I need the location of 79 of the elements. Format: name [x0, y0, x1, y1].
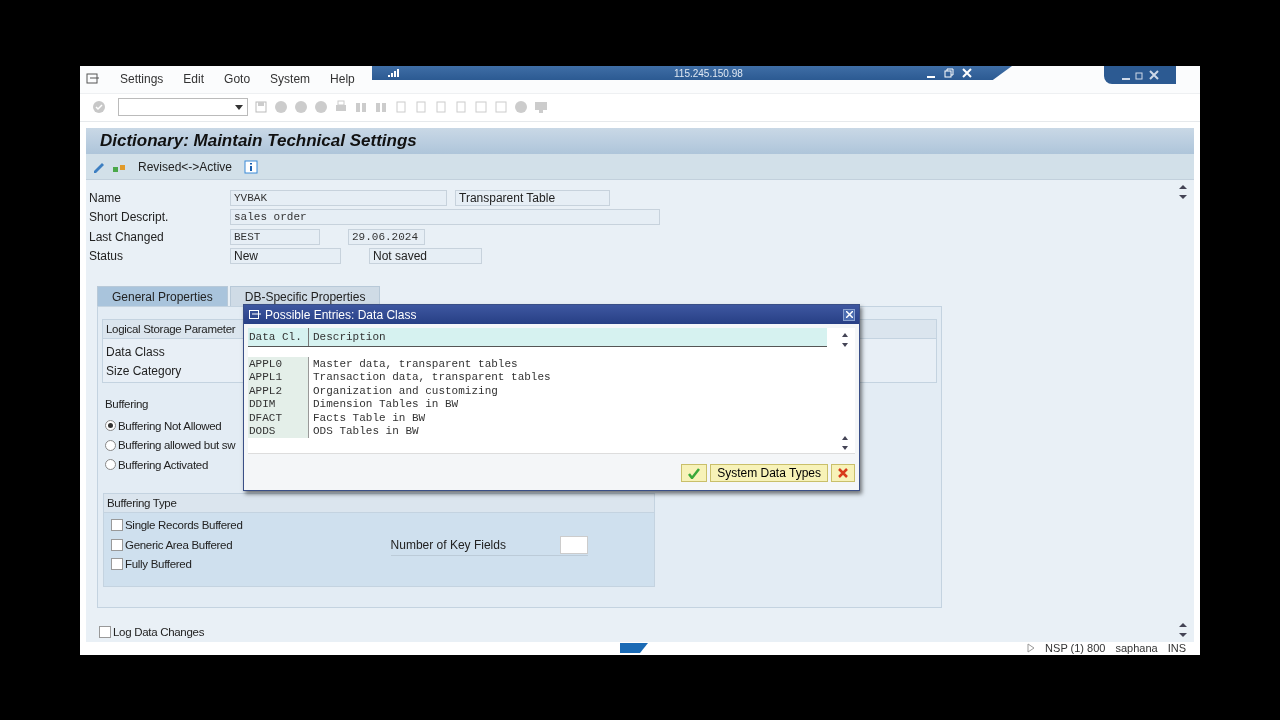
tab[interactable]: General Properties: [97, 286, 228, 307]
table-cell[interactable]: Organization and customizing: [309, 384, 498, 397]
close-button[interactable]: [843, 308, 855, 321]
play-icon[interactable]: [1027, 643, 1036, 654]
menu-item[interactable]: System: [270, 72, 311, 87]
checkbox[interactable]: [111, 538, 123, 551]
cancel-button[interactable]: [831, 464, 855, 483]
screen-title: Dictionary: Maintain Technical Settings: [100, 130, 417, 151]
signal-icon: [388, 68, 400, 78]
checkbox-label: Generic Area Buffered: [125, 538, 233, 551]
dialog-title: Possible Entries: Data Class: [265, 307, 417, 322]
field-label: Data Class: [106, 344, 165, 359]
group-title: Buffering: [105, 398, 149, 411]
table-cell[interactable]: ODS Tables in BW: [309, 425, 419, 438]
menu-icon[interactable]: [86, 72, 100, 87]
menu-item[interactable]: Help: [330, 72, 355, 87]
column-header[interactable]: Data Cl.: [248, 328, 309, 347]
field-value: sales order: [230, 209, 660, 226]
field-label: Last Changed: [89, 229, 165, 244]
restore-icon[interactable]: [944, 68, 954, 78]
group-title: Logical Storage Parameter: [106, 323, 236, 336]
revised-active-button[interactable]: Revised<->Active: [132, 159, 239, 174]
table-cell[interactable]: Transaction data, transparent tables: [309, 371, 551, 384]
input-mode: INS: [1167, 642, 1186, 655]
menu-item[interactable]: Settings: [120, 72, 164, 87]
table-cell[interactable]: Master data, transparent tables: [309, 357, 518, 370]
menu-item[interactable]: Goto: [224, 72, 251, 87]
command-field[interactable]: [118, 98, 248, 117]
field-label: Size Category: [106, 363, 182, 378]
system-data-types-button[interactable]: System Data Types: [710, 464, 828, 483]
table-cell[interactable]: Facts Table in BW: [309, 411, 426, 424]
field-value: New: [230, 248, 341, 265]
table-cell[interactable]: DFACT: [248, 411, 309, 425]
radio-button[interactable]: [105, 420, 116, 432]
key-fields-input[interactable]: [559, 535, 588, 554]
radio-button[interactable]: [105, 459, 116, 471]
radio-label: Buffering Not Allowed: [118, 419, 222, 432]
radio-label: Buffering allowed but sw: [118, 439, 236, 452]
field-value: Transparent Table: [455, 189, 610, 206]
close-icon[interactable]: [1149, 70, 1159, 80]
dialog-icon: [249, 309, 261, 320]
table-cell[interactable]: Dimension Tables in BW: [309, 398, 459, 411]
dropdown-icon[interactable]: [235, 104, 243, 110]
scroll-arrows-icon[interactable]: [1178, 184, 1188, 201]
field-value: YVBAK: [230, 189, 447, 206]
scroll-arrows-icon[interactable]: [1178, 621, 1188, 638]
field-value: BEST: [230, 228, 320, 245]
scroll-arrows-icon[interactable]: [841, 435, 849, 452]
server-name: saphana: [1115, 642, 1158, 655]
restore-icon[interactable]: [1135, 70, 1145, 80]
radio-button[interactable]: [105, 439, 116, 451]
checkbox[interactable]: [99, 625, 111, 638]
checkbox-label: Single Records Buffered: [125, 519, 243, 532]
radio-label: Buffering Activated: [118, 458, 208, 471]
field-value: 29.06.2024: [348, 228, 425, 245]
column-header[interactable]: Description: [309, 331, 386, 344]
field-label: Number of Key Fields: [390, 537, 507, 552]
checkbox[interactable]: [111, 519, 123, 532]
field-label: Status: [89, 249, 125, 264]
system-info[interactable]: NSP (1) 800: [1045, 642, 1106, 655]
server-address: 115.245.150.98: [674, 67, 743, 79]
menu-item[interactable]: Edit: [183, 72, 205, 87]
checkbox[interactable]: [111, 558, 123, 571]
confirm-button[interactable]: [681, 464, 708, 483]
monitor-icon[interactable]: [534, 100, 548, 115]
save-icon[interactable]: [254, 100, 268, 115]
scroll-arrows-icon[interactable]: [841, 332, 849, 349]
field-label: Short Descript.: [89, 210, 170, 225]
group-title: Buffering Type: [107, 496, 177, 509]
field-label: Name: [89, 190, 122, 205]
table-cell[interactable]: APPL2: [248, 384, 309, 398]
tab[interactable]: DB-Specific Properties: [229, 286, 381, 307]
field-value: Not saved: [369, 248, 482, 265]
checkbox-label: Fully Buffered: [125, 558, 192, 571]
table-cell[interactable]: APPL0: [248, 357, 309, 371]
info-icon[interactable]: [244, 159, 259, 174]
checkbox-label: Log Data Changes: [113, 625, 205, 638]
check-icon[interactable]: [92, 100, 106, 115]
check-icon[interactable]: [688, 467, 701, 479]
